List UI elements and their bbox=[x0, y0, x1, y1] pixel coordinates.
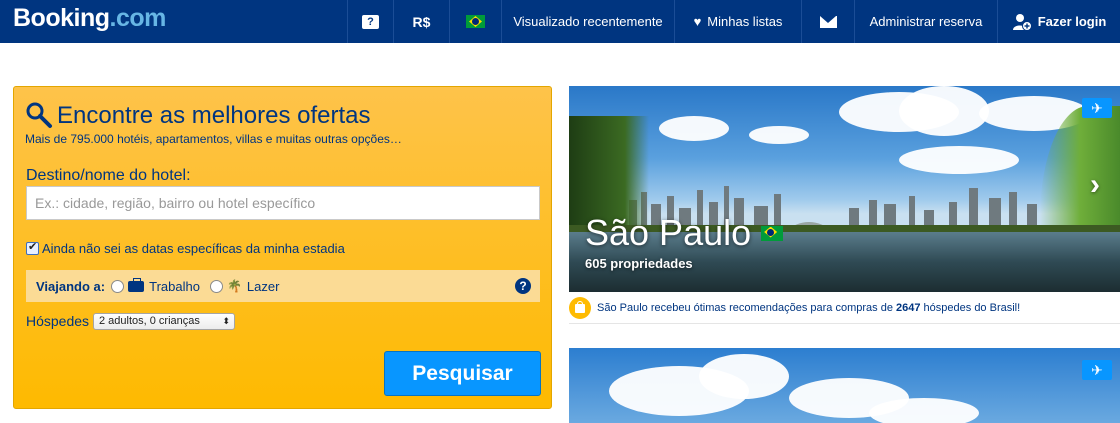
envelope-icon bbox=[819, 15, 837, 28]
travel-work-radio[interactable] bbox=[111, 279, 125, 293]
recommend-prefix: São Paulo recebeu ótimas recomendações p… bbox=[597, 301, 897, 314]
next-arrow-icon[interactable]: › bbox=[1090, 168, 1100, 202]
guests-select[interactable]: 2 adultos, 0 crianças ⬍ bbox=[93, 313, 235, 330]
no-dates-checkbox-row[interactable]: Ainda não sei as datas específicas da mi… bbox=[26, 240, 345, 256]
travel-purpose-row: Viajando a: Trabalho 🌴 Lazer ? bbox=[26, 270, 540, 302]
no-dates-label: Ainda não sei as datas específicas da mi… bbox=[42, 241, 345, 256]
recommendation-banner: São Paulo recebeu ótimas recomendações p… bbox=[569, 292, 1120, 324]
select-arrows-icon: ⬍ bbox=[222, 316, 230, 326]
guests-select-value: 2 adultos, 0 crianças bbox=[99, 315, 200, 327]
recommend-count: 2647 bbox=[896, 301, 921, 314]
destination-input[interactable] bbox=[26, 186, 540, 220]
search-panel: Encontre as melhores ofertas Mais de 795… bbox=[13, 86, 552, 409]
guests-label: Hóspedes bbox=[26, 313, 90, 329]
search-submit-button[interactable]: Pesquisar bbox=[384, 351, 541, 396]
my-lists-label: Minhas listas bbox=[707, 14, 783, 29]
destination-property-count: 605 propriedades bbox=[585, 256, 693, 271]
recently-viewed-link[interactable]: Visualizado recentemente bbox=[501, 0, 674, 43]
user-add-icon bbox=[1012, 13, 1032, 31]
brazil-flag-icon bbox=[466, 15, 485, 28]
login-label: Fazer login bbox=[1037, 14, 1107, 29]
travel-work-option[interactable]: Trabalho bbox=[111, 277, 200, 294]
travel-leisure-option[interactable]: 🌴 Lazer bbox=[209, 278, 280, 294]
login-button[interactable]: Fazer login bbox=[997, 0, 1120, 43]
flights-plane-icon[interactable]: ✈ bbox=[1082, 98, 1112, 118]
shopping-bag-icon bbox=[569, 296, 591, 319]
manage-booking-label: Administrar reserva bbox=[869, 14, 983, 29]
destination-city-name: São Paulo bbox=[585, 212, 752, 253]
logo-main-text: Booking bbox=[13, 4, 110, 32]
search-icon bbox=[26, 102, 52, 128]
help-question-icon[interactable]: ? bbox=[515, 278, 531, 294]
travel-purpose-label: Viajando a: bbox=[36, 278, 106, 294]
recently-viewed-label: Visualizado recentemente bbox=[513, 14, 663, 29]
booking-logo[interactable]: Booking.com bbox=[13, 4, 166, 33]
featured-destination-card[interactable]: São Paulo 605 propriedades ✈ › bbox=[569, 86, 1120, 292]
brazil-flag-icon bbox=[761, 225, 784, 241]
featured-destination-card-2[interactable]: ✈ bbox=[569, 348, 1120, 423]
help-button[interactable]: ? bbox=[347, 0, 393, 43]
my-lists-link[interactable]: ♥ Minhas listas bbox=[674, 0, 801, 43]
recommend-suffix: hóspedes do Brasil! bbox=[920, 301, 1021, 314]
travel-leisure-label: Lazer bbox=[246, 278, 280, 294]
flights-plane-icon-2[interactable]: ✈ bbox=[1082, 360, 1112, 380]
destination-city-title: São Paulo bbox=[585, 212, 784, 254]
language-button[interactable] bbox=[449, 0, 501, 43]
destination-label: Destino/nome do hotel: bbox=[26, 167, 191, 184]
messages-button[interactable] bbox=[801, 0, 854, 43]
top-navigation-bar: Booking.com ? R$ Visualizado recentement… bbox=[0, 0, 1120, 43]
currency-button[interactable]: R$ bbox=[393, 0, 449, 43]
palm-tree-icon: 🌴 bbox=[226, 279, 242, 293]
briefcase-icon bbox=[128, 277, 145, 292]
travel-leisure-radio[interactable] bbox=[209, 279, 223, 293]
search-subtitle: Mais de 795.000 hotéis, apartamentos, vi… bbox=[25, 132, 402, 146]
heart-icon: ♥ bbox=[693, 14, 702, 29]
search-title: Encontre as melhores ofertas bbox=[57, 102, 371, 129]
manage-booking-link[interactable]: Administrar reserva bbox=[854, 0, 997, 43]
help-chat-icon: ? bbox=[362, 14, 379, 29]
logo-dotcom-text: .com bbox=[109, 4, 167, 32]
currency-label: R$ bbox=[412, 13, 431, 30]
no-dates-checkbox[interactable] bbox=[26, 240, 39, 255]
travel-work-label: Trabalho bbox=[149, 278, 200, 294]
